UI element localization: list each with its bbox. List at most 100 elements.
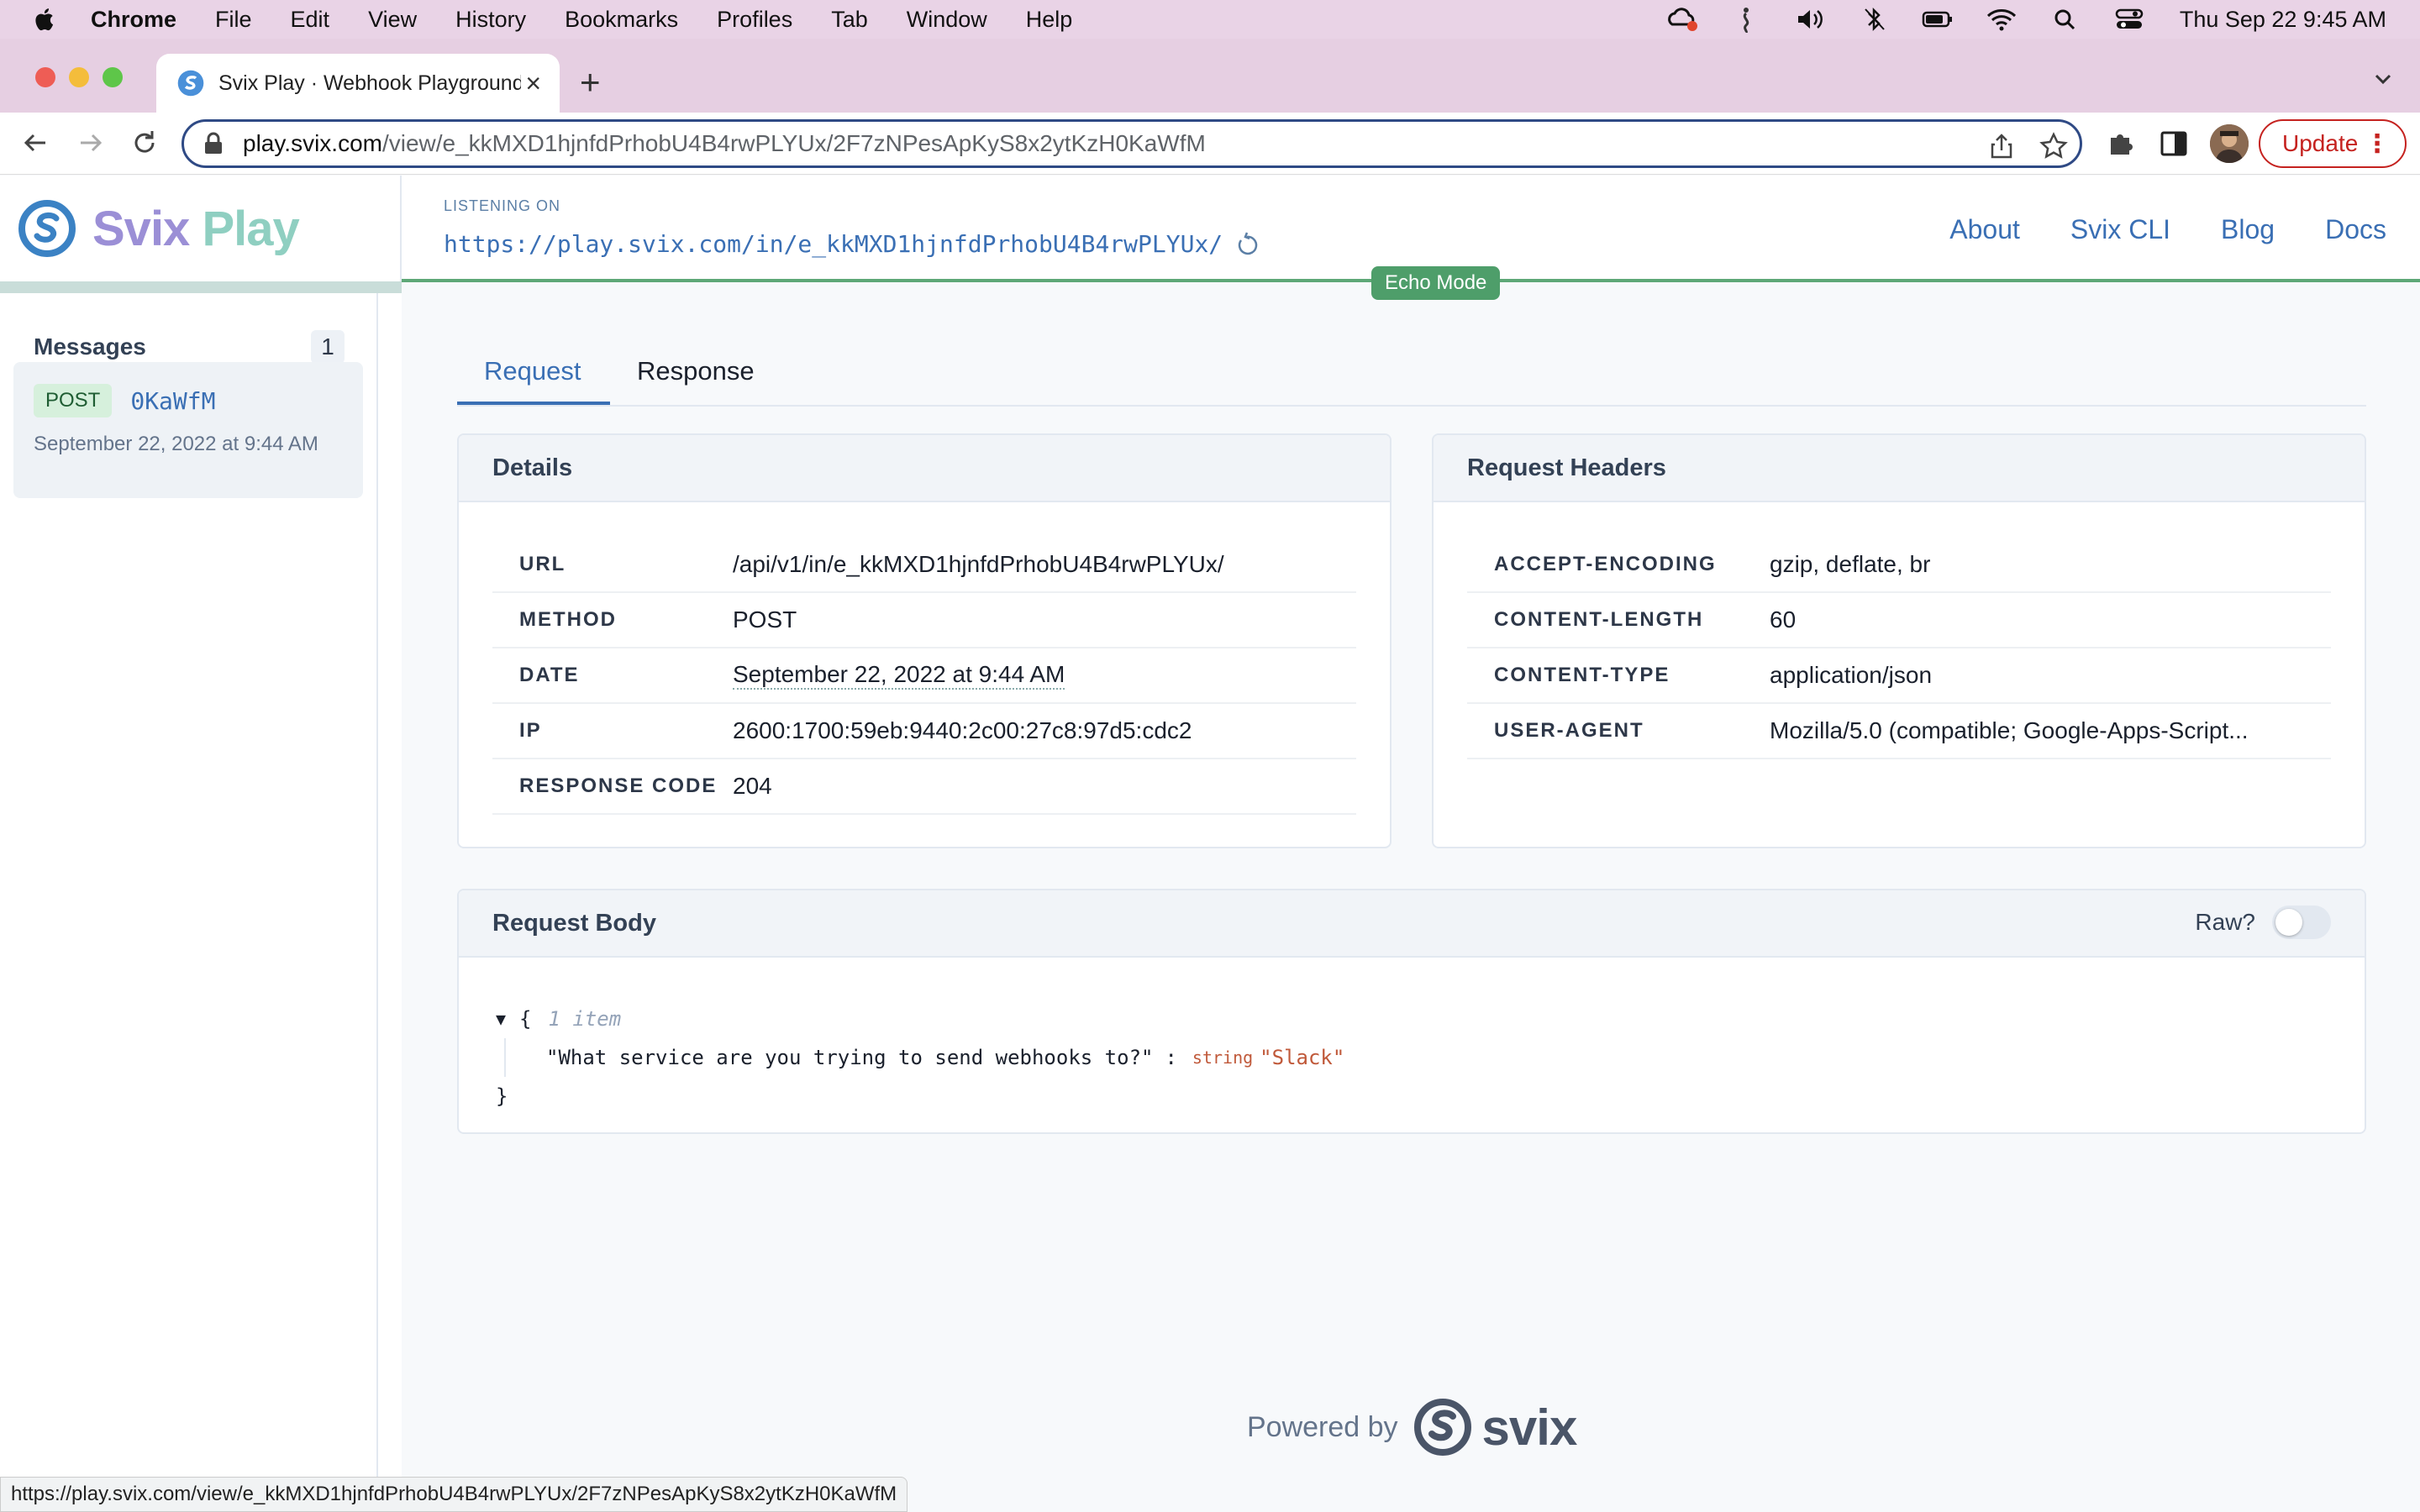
nav-about[interactable]: About bbox=[1949, 214, 2020, 245]
browser-tab-active[interactable]: Svix Play · Webhook Playground × bbox=[156, 54, 560, 113]
address-bar[interactable]: play.svix.com/view/e_kkMXD1hjnfdPrhobU4B… bbox=[182, 119, 2082, 168]
listening-url[interactable]: https://play.svix.com/in/e_kkMXD1hjnfdPr… bbox=[444, 230, 1223, 258]
messages-sidebar: Messages 1 POST 0KaWfM September 22, 202… bbox=[0, 293, 378, 1512]
table-row: CONTENT-LENGTH 60 bbox=[1467, 593, 2331, 648]
tab-title: Svix Play · Webhook Playground bbox=[218, 71, 521, 95]
bluetooth-icon[interactable] bbox=[1857, 6, 1891, 33]
lock-icon[interactable] bbox=[203, 132, 224, 155]
profile-avatar[interactable] bbox=[2210, 124, 2249, 163]
message-list-item[interactable]: POST 0KaWfM September 22, 2022 at 9:44 A… bbox=[13, 362, 363, 498]
svix-favicon-icon bbox=[177, 70, 204, 97]
headers-table: ACCEPT-ENCODING gzip, deflate, br CONTENT… bbox=[1467, 538, 2331, 759]
menu-extras: Thu Sep 22 9:45 AM bbox=[1665, 0, 2386, 39]
header-value: gzip, deflate, br bbox=[1770, 551, 1931, 577]
powered-by-footer[interactable]: Powered by svix bbox=[1247, 1398, 1578, 1457]
footer-brand: svix bbox=[1481, 1399, 1578, 1456]
nav-svix-cli[interactable]: Svix CLI bbox=[2070, 214, 2170, 245]
tab-request[interactable]: Request bbox=[484, 356, 581, 386]
brand-logo[interactable]: Svix Play bbox=[0, 176, 402, 281]
creative-cloud-icon[interactable] bbox=[1665, 6, 1699, 33]
extensions-puzzle-icon[interactable] bbox=[2104, 128, 2136, 160]
method-badge: POST bbox=[34, 384, 113, 417]
messages-title: Messages bbox=[34, 333, 146, 360]
table-row: USER-AGENT Mozilla/5.0 (compatible; Googl… bbox=[1467, 704, 2331, 759]
tab-response[interactable]: Response bbox=[637, 356, 755, 386]
update-chrome-button[interactable]: Update ⋮ bbox=[2259, 119, 2407, 168]
menu-profiles[interactable]: Profiles bbox=[717, 7, 792, 33]
listening-label: LISTENING ON bbox=[444, 197, 561, 214]
figure-icon[interactable] bbox=[1729, 6, 1763, 33]
echo-mode-badge[interactable]: Echo Mode bbox=[1371, 266, 1501, 300]
json-colon: : bbox=[1165, 1046, 1177, 1069]
header-key: ACCEPT-ENCODING bbox=[1494, 553, 1717, 575]
json-viewer: ▼ { 1 item "What service are you trying … bbox=[496, 1000, 1344, 1116]
request-headers-card: Request Headers ACCEPT-ENCODING gzip, def… bbox=[1432, 433, 2366, 848]
listening-on: LISTENING ON https://play.svix.com/in/e_… bbox=[444, 197, 1260, 258]
new-tab-button[interactable]: + bbox=[580, 62, 601, 102]
apple-icon[interactable] bbox=[32, 6, 59, 33]
close-tab-icon[interactable]: × bbox=[525, 68, 541, 99]
menu-view[interactable]: View bbox=[368, 7, 417, 33]
minimize-window-button[interactable] bbox=[69, 67, 89, 87]
menu-app-name[interactable]: Chrome bbox=[91, 7, 176, 33]
json-value[interactable]: "Slack" bbox=[1260, 1046, 1344, 1069]
collapse-caret-icon[interactable]: ▼ bbox=[496, 1009, 506, 1029]
detail-key: DATE bbox=[519, 664, 580, 686]
detail-value: 2600:1700:59eb:9440:2c00:27c8:97d5:cdc2 bbox=[733, 717, 1192, 743]
toggle-knob bbox=[2275, 909, 2302, 936]
nav-docs[interactable]: Docs bbox=[2325, 214, 2386, 245]
request-response-tabs: Request Response bbox=[457, 341, 2366, 407]
header-value: 60 bbox=[1770, 606, 1797, 633]
menu-tab[interactable]: Tab bbox=[831, 7, 868, 33]
raw-toggle-switch[interactable] bbox=[2272, 906, 2331, 939]
menu-history[interactable]: History bbox=[455, 7, 526, 33]
json-key: "What service are you trying to send web… bbox=[546, 1046, 1154, 1069]
menu-bookmarks[interactable]: Bookmarks bbox=[565, 7, 678, 33]
menu-window[interactable]: Window bbox=[907, 7, 987, 33]
update-label: Update bbox=[2282, 130, 2359, 156]
url-host: play.svix.com bbox=[243, 130, 382, 156]
header-key: CONTENT-LENGTH bbox=[1494, 608, 1704, 631]
table-row: CONTENT-TYPE application/json bbox=[1467, 648, 2331, 704]
raw-toggle-group: Raw? bbox=[2195, 906, 2331, 939]
menu-edit[interactable]: Edit bbox=[291, 7, 330, 33]
zoom-window-button[interactable] bbox=[103, 67, 123, 87]
detail-date-value[interactable]: September 22, 2022 at 9:44 AM bbox=[733, 661, 1065, 690]
header-value: application/json bbox=[1770, 662, 1933, 688]
header-key: USER-AGENT bbox=[1494, 719, 1644, 742]
more-options-icon[interactable]: ⋮ bbox=[2365, 129, 2390, 159]
battery-icon[interactable] bbox=[1921, 6, 1954, 33]
svix-logo-icon bbox=[18, 200, 76, 257]
volume-icon[interactable] bbox=[1793, 6, 1827, 33]
detail-key: IP bbox=[519, 719, 542, 742]
url-path: /view/e_kkMXD1hjnfdPrhobU4B4rwPLYUx/2F7z… bbox=[381, 130, 1206, 156]
link-status-bar: https://play.svix.com/view/e_kkMXD1hjnfd… bbox=[0, 1477, 908, 1512]
header-key: CONTENT-TYPE bbox=[1494, 664, 1670, 686]
table-row: RESPONSE CODE 204 bbox=[492, 759, 1356, 815]
svix-footer-logo-icon bbox=[1413, 1399, 1471, 1456]
control-center-icon[interactable] bbox=[2112, 6, 2146, 33]
request-body-card: Request Body Raw? ▼ { 1 item "What servi… bbox=[457, 889, 2366, 1134]
json-type: string bbox=[1192, 1047, 1254, 1068]
powered-by-label: Powered by bbox=[1247, 1410, 1398, 1443]
nav-blog[interactable]: Blog bbox=[2221, 214, 2275, 245]
wifi-icon[interactable] bbox=[1985, 6, 2018, 33]
regenerate-url-icon[interactable] bbox=[1234, 232, 1260, 257]
spotlight-search-icon[interactable] bbox=[2049, 6, 2082, 33]
request-body-title: Request Body bbox=[492, 909, 656, 937]
menu-help[interactable]: Help bbox=[1026, 7, 1073, 33]
close-window-button[interactable] bbox=[35, 67, 55, 87]
side-panel-icon[interactable] bbox=[2158, 128, 2190, 160]
menu-clock[interactable]: Thu Sep 22 9:45 AM bbox=[2180, 7, 2386, 33]
menu-file[interactable]: File bbox=[215, 7, 252, 33]
tab-search-chevron-icon[interactable] bbox=[2371, 67, 2395, 91]
table-row: ACCEPT-ENCODING gzip, deflate, br bbox=[1467, 538, 2331, 593]
forward-arrow-icon[interactable] bbox=[76, 128, 106, 158]
table-row: IP 2600:1700:59eb:9440:2c00:27c8:97d5:cdc… bbox=[492, 704, 1356, 759]
reload-icon[interactable] bbox=[129, 128, 160, 158]
bookmark-star-icon[interactable] bbox=[2039, 132, 2068, 160]
share-icon[interactable] bbox=[1987, 132, 2016, 160]
chrome-toolbar: play.svix.com/view/e_kkMXD1hjnfdPrhobU4B… bbox=[0, 113, 2420, 175]
back-arrow-icon[interactable] bbox=[20, 128, 50, 158]
detail-key: METHOD bbox=[519, 608, 617, 631]
